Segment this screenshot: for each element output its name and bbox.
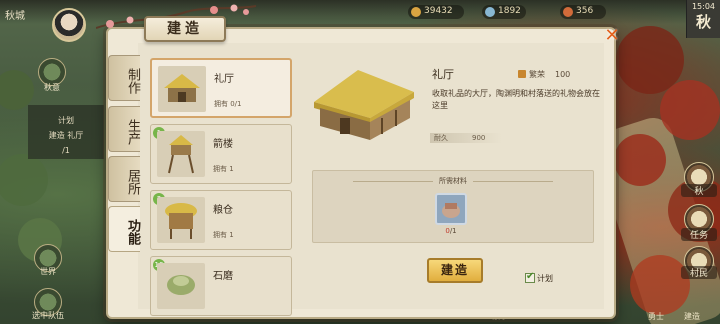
item-owned: 拥有 0/1 <box>214 100 242 108</box>
autumn-event-label: 秋 <box>681 184 717 197</box>
clock-time: 15:04 <box>691 2 716 11</box>
grain-icon <box>563 7 573 17</box>
close-button[interactable]: ✕ <box>603 27 621 45</box>
plan-checkbox[interactable]: 计划 <box>525 271 553 284</box>
plan-label: 计划 <box>537 274 553 283</box>
task-line: 建造 礼厅 <box>48 131 84 140</box>
item-owned: 拥有 1 <box>213 231 234 239</box>
prosperity-stat: 繁荣 100 <box>518 69 570 80</box>
item-name: 石磨 <box>213 271 233 282</box>
quest-label: 任务 <box>681 228 717 241</box>
prosperity-label: 繁荣 <box>529 70 545 79</box>
list-item[interactable]: 10 石磨 <box>150 256 292 316</box>
season-clock[interactable]: 15:04 秋 <box>686 0 720 38</box>
tab-residence[interactable]: 居所 <box>108 156 140 202</box>
tab-function[interactable]: 功能 <box>108 206 140 252</box>
top-bar <box>0 0 720 24</box>
task-count: /1 <box>62 146 70 155</box>
villager-label: 村民 <box>681 266 717 279</box>
dialog-title: 建造 <box>144 16 226 42</box>
granary-thumbnail <box>157 197 205 243</box>
team-label: 选中队伍 <box>32 311 64 320</box>
durability-stat: 耐久 900 <box>430 133 502 143</box>
jade-icon <box>485 7 495 17</box>
left-region-label: 秋城 <box>5 11 25 22</box>
item-name: 礼厅 <box>214 74 234 85</box>
autumn-label: 秋意 <box>44 83 60 92</box>
resource-jade[interactable]: 1892 <box>482 5 526 19</box>
bottom-warrior-label[interactable]: 勇士 <box>648 311 664 322</box>
task-title: 计划 <box>58 116 74 125</box>
list-item[interactable]: 1 箭楼 拥有 1 <box>150 124 292 184</box>
world-label: 世界 <box>40 267 56 276</box>
item-owned: 拥有 1 <box>213 165 234 173</box>
tab-production[interactable]: 生产 <box>108 106 140 152</box>
coin-icon <box>411 7 421 17</box>
building-name: 礼厅 <box>432 68 454 81</box>
material-count: 0/1 <box>445 227 457 235</box>
item-name: 粮仓 <box>213 205 233 216</box>
materials-title: 所需材料 <box>313 176 593 186</box>
task-panel[interactable]: 计划 建造 礼厅 /1 <box>28 105 104 159</box>
list-item[interactable]: 礼厅 拥有 0/1 <box>150 58 292 118</box>
list-item[interactable]: 3 粮仓 拥有 1 <box>150 190 292 250</box>
material-slot[interactable] <box>435 193 467 225</box>
watchtower-thumbnail <box>157 131 205 177</box>
prosperity-value: 100 <box>555 70 571 79</box>
player-avatar[interactable] <box>52 8 86 42</box>
durability-value: 900 <box>472 134 486 142</box>
hall-thumbnail <box>158 66 206 112</box>
bottom-build-label[interactable]: 建造 <box>684 311 700 322</box>
resource-coin[interactable]: 39432 <box>408 5 464 19</box>
gift-material-icon <box>442 203 460 218</box>
building-list[interactable]: 礼厅 拥有 0/1 1 箭楼 拥有 1 3 粮仓 拥有 1 10 石磨 <box>146 54 296 316</box>
hall-preview-image <box>314 70 414 140</box>
item-name: 箭楼 <box>213 139 233 150</box>
resource-grain[interactable]: 356 <box>560 5 606 19</box>
required-materials-panel: 所需材料 0/1 <box>312 170 594 243</box>
tab-craft[interactable]: 制作 <box>108 55 140 101</box>
durability-label: 耐久 <box>434 134 448 142</box>
checkbox-checked-icon[interactable] <box>525 271 535 283</box>
millstone-thumbnail <box>157 263 205 309</box>
build-button[interactable]: 建造 <box>427 258 483 283</box>
prosperity-icon <box>518 70 526 78</box>
season-label: 秋 <box>695 13 711 31</box>
building-description: 收取礼品的大厅，陶渊明和村落送的礼物会放在这里 <box>432 89 600 110</box>
